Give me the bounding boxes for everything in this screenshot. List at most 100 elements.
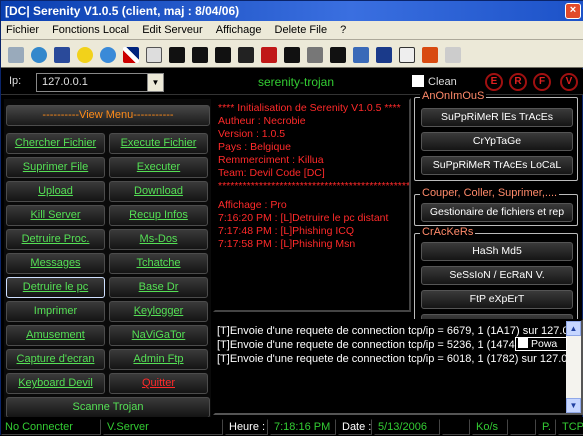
- keyboard-devil-button[interactable]: Keyboard Devil: [6, 373, 105, 394]
- chercher-fichier-button[interactable]: Chercher Fichier: [6, 133, 105, 154]
- window-icon[interactable]: [372, 43, 394, 65]
- round-button-v[interactable]: V: [560, 73, 578, 91]
- view-menu-button[interactable]: ----------View Menu-----------: [6, 105, 210, 126]
- chat-icon[interactable]: [142, 43, 164, 65]
- title-bar[interactable]: [DC| Serenity V1.0.5 (client, maj : 8/04…: [1, 1, 583, 21]
- key-icon[interactable]: [441, 43, 463, 65]
- connection-status: No Connecter: [1, 419, 101, 435]
- group-caption: AnOnImOuS: [420, 90, 487, 102]
- round-button-r[interactable]: R: [509, 73, 527, 91]
- monitor-icon[interactable]: [349, 43, 371, 65]
- keylogger-button[interactable]: Keylogger: [109, 301, 208, 322]
- heure-value: 7:18:16 PM: [270, 419, 336, 435]
- toolbar: [1, 40, 583, 68]
- group-caption: CrAcKeRs: [420, 226, 476, 238]
- connection-log[interactable]: [T]Envoie d'une requete de connection tc…: [213, 319, 583, 415]
- cryptage-button[interactable]: CrYpTaGe: [421, 132, 573, 151]
- function-panel: ----------View Menu----------- Chercher …: [4, 99, 211, 418]
- tchatche-button[interactable]: Tchatche: [109, 253, 208, 274]
- ms-dos-button[interactable]: Ms-Dos: [109, 229, 208, 250]
- film-icon[interactable]: [280, 43, 302, 65]
- disk-icon[interactable]: [50, 43, 72, 65]
- powa-label: Powa: [531, 338, 558, 350]
- amusement-button[interactable]: Amusement: [6, 325, 105, 346]
- log-event: Affichage : Pro: [218, 199, 287, 211]
- hash-md5-button[interactable]: HaSh Md5: [421, 242, 573, 261]
- heure-label: Heure :: [225, 419, 268, 435]
- checkbox-icon[interactable]: [518, 338, 528, 348]
- powa-checkbox[interactable]: Powa: [515, 337, 567, 351]
- pc-icon[interactable]: [4, 43, 26, 65]
- supprimer-traces-local-button[interactable]: SuPpRiMeR TrAcEs LoCaL: [421, 156, 573, 175]
- film-icon[interactable]: [188, 43, 210, 65]
- executer-button[interactable]: Executer: [109, 157, 208, 178]
- round-button-e[interactable]: E: [485, 73, 503, 91]
- menu-fichier[interactable]: Fichier: [1, 21, 44, 40]
- red-icon[interactable]: [257, 43, 279, 65]
- log-info: Version : 1.0.5: [218, 128, 286, 140]
- scroll-up-icon[interactable]: ▲: [566, 321, 581, 336]
- log-event: 7:17:58 PM : [L]Phishing Msn: [218, 238, 356, 250]
- quitter-button[interactable]: Quitter: [109, 373, 208, 394]
- supprimer-traces-button[interactable]: SuPpRiMeR lEs TrAcEs: [421, 108, 573, 127]
- detruire-proc-button[interactable]: Detruire Proc.: [6, 229, 105, 250]
- world-icon[interactable]: [27, 43, 49, 65]
- log-header: **** Initialisation de Serenity V1.0.5 *…: [218, 102, 401, 114]
- menu-fonctions-local[interactable]: Fonctions Local: [47, 21, 134, 40]
- execute-fichier-button[interactable]: Execute Fichier: [109, 133, 208, 154]
- ip-combobox[interactable]: 127.0.0.1 ▼: [36, 73, 164, 92]
- menu-delete-file[interactable]: Delete File: [270, 21, 333, 40]
- log-info: Autheur : Necrobie: [218, 115, 306, 127]
- speed-status: Ko/s: [472, 419, 508, 435]
- group-caption: Couper, Coller, Suprimer,....: [420, 187, 560, 199]
- connection-line: [T]Envoie d'une requete de connection tc…: [217, 325, 583, 337]
- round-button-f[interactable]: F: [533, 73, 551, 91]
- chevron-down-icon[interactable]: ▼: [147, 74, 163, 91]
- smiley-icon[interactable]: [73, 43, 95, 65]
- chat-icon[interactable]: [395, 43, 417, 65]
- imprimer-button[interactable]: Imprimer: [6, 301, 105, 322]
- clean-checkbox[interactable]: Clean: [412, 75, 457, 88]
- close-button[interactable]: ×: [565, 3, 581, 19]
- menu-affichage[interactable]: Affichage: [211, 21, 267, 40]
- menu-edit-serveur[interactable]: Edit Serveur: [137, 21, 208, 40]
- gestionaire-fichiers-button[interactable]: Gestionaire de fichiers et rep: [421, 203, 573, 222]
- kill-server-button[interactable]: Kill Server: [6, 205, 105, 226]
- log-event: 7:17:48 PM : [L]Phishing ICQ: [218, 225, 354, 237]
- log-info: Team: Devil Code [DC]: [218, 167, 325, 179]
- base-dr-button[interactable]: Base Dr: [109, 277, 208, 298]
- film-icon[interactable]: [211, 43, 233, 65]
- printer-icon[interactable]: [303, 43, 325, 65]
- download-button[interactable]: Download: [109, 181, 208, 202]
- globe-icon[interactable]: [96, 43, 118, 65]
- navigator-button[interactable]: NaViGaTor: [109, 325, 208, 346]
- film-icon[interactable]: [165, 43, 187, 65]
- event-log[interactable]: **** Initialisation de Serenity V1.0.5 *…: [213, 98, 411, 312]
- scroll-down-icon[interactable]: ▼: [566, 398, 581, 413]
- checkbox-icon[interactable]: [412, 75, 424, 87]
- recup-infos-button[interactable]: Recup Infos: [109, 205, 208, 226]
- vertical-scrollbar[interactable]: ▲ ▼: [566, 321, 581, 413]
- capture-ecran-button[interactable]: Capture d'ecran: [6, 349, 105, 370]
- menu-bar: Fichier Fonctions Local Edit Serveur Aff…: [1, 21, 583, 40]
- ftp-expert-button[interactable]: FtP eXpErT: [421, 290, 573, 309]
- app-window: [DC| Serenity V1.0.5 (client, maj : 8/04…: [0, 0, 583, 436]
- film-icon[interactable]: [326, 43, 348, 65]
- upload-button[interactable]: Upload: [6, 181, 105, 202]
- log-separator: ****************************************…: [218, 180, 411, 192]
- fire-icon[interactable]: [418, 43, 440, 65]
- log-info: Remmerciment : Killua: [218, 154, 324, 166]
- scanne-trojan-button[interactable]: Scanne Trojan: [6, 397, 210, 418]
- admin-ftp-button[interactable]: Admin Ftp: [109, 349, 208, 370]
- server-name: serenity-trojan: [258, 75, 335, 89]
- suprimer-file-button[interactable]: Suprimer File: [6, 157, 105, 178]
- menu-help[interactable]: ?: [335, 21, 351, 40]
- lock-icon[interactable]: [234, 43, 256, 65]
- uk-flag-icon[interactable]: [119, 43, 141, 65]
- messages-button[interactable]: Messages: [6, 253, 105, 274]
- detruire-le-pc-button[interactable]: Detruire le pc: [6, 277, 105, 298]
- p-status: P.: [538, 419, 556, 435]
- status-bar: No Connecter V.Server Heure : 7:18:16 PM…: [1, 417, 583, 436]
- log-info: Pays : Belgique: [218, 141, 291, 153]
- session-ecran-button[interactable]: SeSsIoN / EcRaN V.: [421, 266, 573, 285]
